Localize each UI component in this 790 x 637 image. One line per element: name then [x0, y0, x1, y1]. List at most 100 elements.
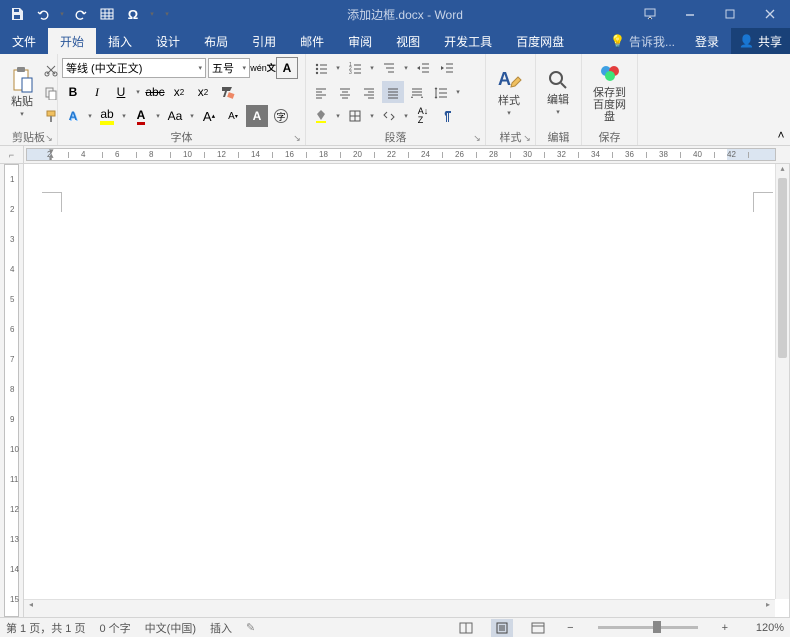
share-button[interactable]: 👤共享 [731, 28, 790, 54]
char-shading-dropdown[interactable]: ▾ [188, 112, 196, 120]
login-button[interactable]: 登录 [683, 28, 731, 54]
zoom-out-icon[interactable]: − [563, 622, 577, 634]
superscript-button[interactable]: x2 [192, 81, 214, 103]
close-icon[interactable] [750, 0, 790, 28]
bold-button[interactable]: B [62, 81, 84, 103]
zoom-in-icon[interactable]: + [718, 622, 732, 634]
undo-icon[interactable] [32, 3, 54, 25]
symbol-icon[interactable]: Ω [122, 3, 144, 25]
paste-button[interactable]: 粘贴 ▾ [4, 57, 40, 127]
asian-dropdown[interactable]: ▾ [402, 112, 410, 120]
tab-selector-icon[interactable]: ⌐ [0, 146, 24, 163]
tab-百度网盘[interactable]: 百度网盘 [504, 28, 576, 54]
zoom-level[interactable]: 120% [746, 622, 784, 634]
collapse-ribbon-icon[interactable]: ˄ [772, 54, 790, 145]
bullets-dropdown[interactable]: ▾ [334, 64, 342, 72]
undo-dropdown-icon[interactable]: ▾ [58, 3, 66, 25]
document-canvas[interactable]: ▴ ◂ ▸ [24, 164, 790, 617]
page[interactable] [26, 164, 789, 617]
font-size-combo[interactable]: 五号▾ [208, 58, 250, 78]
maximize-icon[interactable] [710, 0, 750, 28]
font-color-icon[interactable]: A [130, 105, 152, 127]
view-read-icon[interactable] [455, 619, 477, 637]
align-justify-icon[interactable] [382, 81, 404, 103]
highlight-dropdown[interactable]: ▾ [120, 112, 128, 120]
scrollbar-horizontal[interactable]: ◂ ▸ [24, 599, 775, 617]
tab-审阅[interactable]: 审阅 [336, 28, 384, 54]
tab-视图[interactable]: 视图 [384, 28, 432, 54]
font-name-combo[interactable]: 等线 (中文正文)▾ [62, 58, 206, 78]
tab-邮件[interactable]: 邮件 [288, 28, 336, 54]
minimize-icon[interactable] [670, 0, 710, 28]
shrink-font-icon[interactable]: A▾ [222, 105, 244, 127]
zoom-slider[interactable] [598, 626, 698, 629]
tab-开始[interactable]: 开始 [48, 28, 96, 54]
numbering-icon[interactable]: 123 [344, 57, 366, 79]
editing-button[interactable]: 编辑▾ [540, 57, 576, 127]
font-color-dropdown[interactable]: ▾ [154, 112, 162, 120]
multilevel-dropdown[interactable]: ▾ [402, 64, 410, 72]
tab-文件[interactable]: 文件 [0, 28, 48, 54]
paragraph-launcher-icon[interactable]: ↘ [471, 132, 483, 144]
show-marks-icon[interactable] [436, 105, 458, 127]
phonetic-guide-icon[interactable]: wén文 [252, 57, 274, 79]
borders-dropdown[interactable]: ▾ [368, 112, 376, 120]
scrollbar-vertical[interactable]: ▴ [775, 164, 789, 599]
enclose-char-icon[interactable]: A [246, 105, 268, 127]
line-spacing-dropdown[interactable]: ▾ [454, 88, 462, 96]
increase-indent-icon[interactable] [436, 57, 458, 79]
asian-layout-icon[interactable] [378, 105, 400, 127]
clipboard-launcher-icon[interactable]: ↘ [43, 132, 55, 144]
sort-icon[interactable]: A↓Z [412, 105, 434, 127]
text-effects-icon[interactable]: A [62, 105, 84, 127]
tab-设计[interactable]: 设计 [144, 28, 192, 54]
symbol-dropdown-icon[interactable]: ▾ [148, 3, 156, 25]
align-right-icon[interactable] [358, 81, 380, 103]
tab-插入[interactable]: 插入 [96, 28, 144, 54]
line-spacing-icon[interactable] [430, 81, 452, 103]
clear-format-icon[interactable] [216, 81, 238, 103]
status-mode[interactable]: 插入 [210, 620, 232, 636]
indent-marker[interactable]: ▪ [49, 154, 52, 161]
tab-开发工具[interactable]: 开发工具 [432, 28, 504, 54]
status-language[interactable]: 中文(中国) [145, 620, 196, 636]
save-icon[interactable] [6, 3, 28, 25]
grow-font-icon[interactable]: A▴ [198, 105, 220, 127]
align-left-icon[interactable] [310, 81, 332, 103]
status-page[interactable]: 第 1 页，共 1 页 [6, 620, 85, 636]
font-launcher-icon[interactable]: ↘ [291, 132, 303, 144]
ruler-horizontal[interactable]: ⌐ 24681012141618202224262830323436384042… [0, 146, 790, 164]
underline-dropdown[interactable]: ▾ [134, 88, 142, 96]
tell-me[interactable]: 💡告诉我... [602, 28, 683, 54]
ribbon-options-icon[interactable] [630, 0, 670, 28]
borders-icon[interactable] [344, 105, 366, 127]
char-shading-icon[interactable]: Aa [164, 105, 186, 127]
subscript-button[interactable]: x2 [168, 81, 190, 103]
italic-button[interactable]: I [86, 81, 108, 103]
distributed-icon[interactable] [406, 81, 428, 103]
table-icon[interactable] [96, 3, 118, 25]
zoom-thumb[interactable] [653, 621, 661, 633]
strikethrough-button[interactable]: abc [144, 81, 166, 103]
scrollbar-thumb[interactable] [778, 178, 787, 358]
shading-dropdown[interactable]: ▾ [334, 112, 342, 120]
redo-icon[interactable] [70, 3, 92, 25]
numbering-dropdown[interactable]: ▾ [368, 64, 376, 72]
view-web-icon[interactable] [527, 619, 549, 637]
ruler-vertical[interactable]: 123456789101112131415 [0, 164, 24, 617]
styles-launcher-icon[interactable]: ↘ [521, 132, 533, 144]
shading-icon[interactable] [310, 105, 332, 127]
text-effects-dropdown[interactable]: ▾ [86, 112, 94, 120]
view-print-icon[interactable] [491, 619, 513, 637]
styles-button[interactable]: A 样式▾ [490, 57, 528, 127]
qat-customize-icon[interactable]: ▾ [160, 3, 174, 25]
highlight-icon[interactable]: ab [96, 105, 118, 127]
save-baidu-button[interactable]: 保存到百度网盘 [586, 57, 633, 127]
decrease-indent-icon[interactable] [412, 57, 434, 79]
status-words[interactable]: 0 个字 [99, 620, 130, 636]
tab-引用[interactable]: 引用 [240, 28, 288, 54]
character-border-icon[interactable]: A [276, 57, 298, 79]
align-center-icon[interactable] [334, 81, 356, 103]
bullets-icon[interactable] [310, 57, 332, 79]
multilevel-list-icon[interactable] [378, 57, 400, 79]
